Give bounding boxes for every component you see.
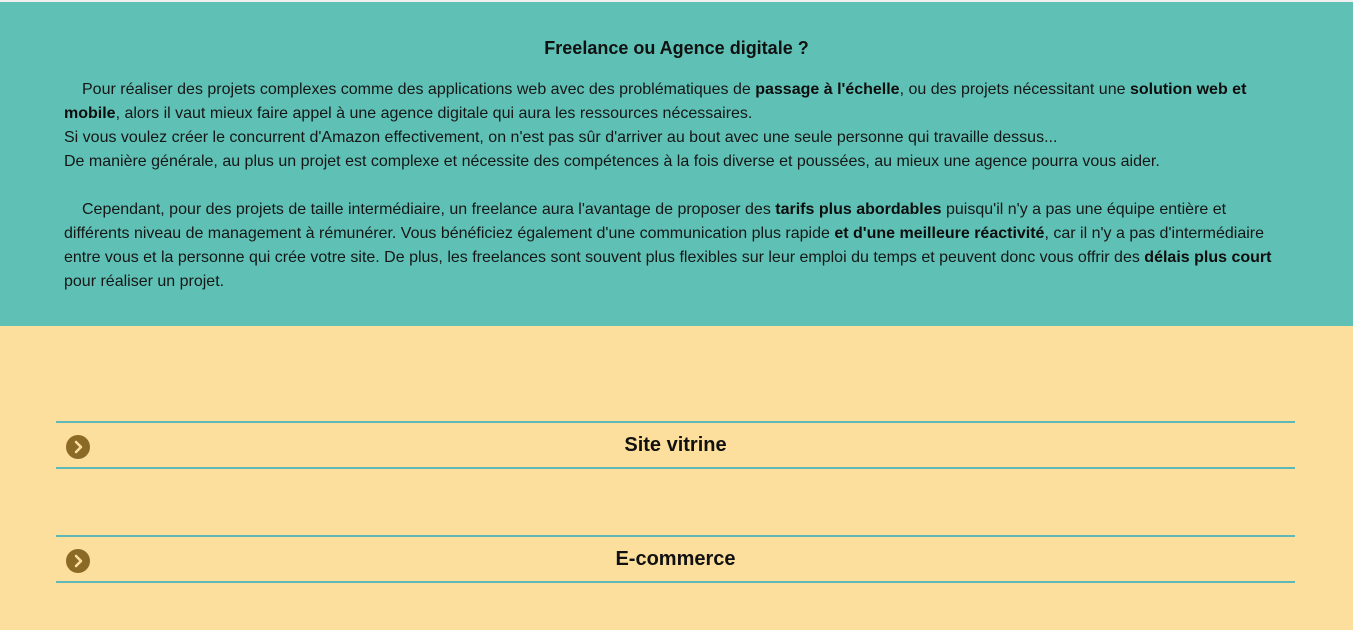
accordion-e-commerce[interactable]: E-commerce bbox=[56, 535, 1295, 583]
highlight-deadlines: délais plus court bbox=[1144, 249, 1272, 266]
freelance-paragraph: Cependant, pour des projets de taille in… bbox=[64, 198, 1284, 294]
general-line: De manière générale, au plus un projet e… bbox=[64, 153, 1160, 170]
highlight-scaling: passage à l'échelle bbox=[755, 81, 900, 98]
text: pour réaliser un projet. bbox=[64, 273, 225, 290]
highlight-reactivity: et d'une meilleure réactivité bbox=[834, 225, 1045, 242]
accordion-site-vitrine[interactable]: Site vitrine bbox=[56, 421, 1295, 469]
section-title: Freelance ou Agence digitale ? bbox=[544, 38, 809, 58]
text: , ou des projets nécessitant une bbox=[899, 81, 1130, 98]
agency-paragraph: Pour réaliser des projets complexes comm… bbox=[64, 78, 1284, 174]
page: Freelance ou Agence digitale ? Pour réal… bbox=[0, 0, 1353, 630]
text: , alors il vaut mieux faire appel à une … bbox=[115, 105, 753, 122]
accordion-label: Site vitrine bbox=[624, 434, 727, 456]
text: Cependant, pour des projets de taille in… bbox=[82, 201, 776, 218]
accordion-label: E-commerce bbox=[615, 548, 736, 570]
amazon-line: Si vous voulez créer le concurrent d'Ama… bbox=[64, 129, 1058, 146]
text: Pour réaliser des projets complexes comm… bbox=[82, 81, 756, 98]
freelance-vs-agency-section: Freelance ou Agence digitale ? Pour réal… bbox=[0, 2, 1353, 326]
highlight-pricing: tarifs plus abordables bbox=[775, 201, 942, 218]
